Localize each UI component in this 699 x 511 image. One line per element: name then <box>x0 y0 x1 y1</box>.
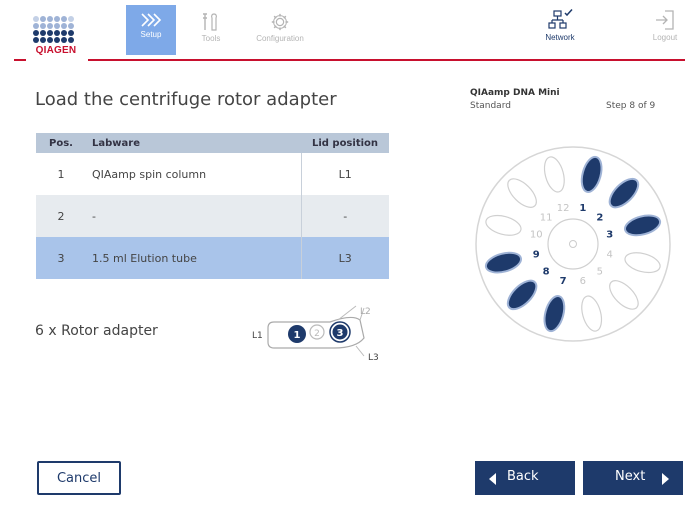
cancel-label: Cancel <box>56 470 102 486</box>
row-lid: - <box>300 195 389 237</box>
table-row[interactable]: 2 - - <box>36 195 389 237</box>
network-icon <box>548 9 573 29</box>
rotor-position-label: 9 <box>533 249 540 260</box>
rotor-position-label: 4 <box>607 249 613 260</box>
row-lid: L1 <box>300 153 389 195</box>
rotor-position-label: 10 <box>530 230 543 241</box>
header-divider <box>88 59 685 61</box>
adapter-pos-label: 2 <box>314 329 320 339</box>
tab-configuration-label: Configuration <box>256 34 304 43</box>
rotor-position-label: 11 <box>540 213 553 224</box>
network-label: Network <box>545 33 575 42</box>
back-label: Back <box>507 469 539 484</box>
adapter-count-label: 6 x Rotor adapter <box>35 323 158 339</box>
double-chevron-right-icon <box>141 13 162 27</box>
row-labware: 1.5 ml Elution tube <box>86 237 301 279</box>
rotor-position-label: 6 <box>580 276 586 287</box>
table-row[interactable]: 1 QIAamp spin column L1 <box>36 153 389 195</box>
header-divider-left <box>14 59 26 61</box>
rotor-position-label: 5 <box>597 266 603 277</box>
logout-label: Logout <box>652 33 678 42</box>
table-row[interactable]: 3 1.5 ml Elution tube L3 <box>36 237 389 279</box>
row-lid: L3 <box>300 237 389 279</box>
logout-button[interactable]: Logout <box>640 5 690 55</box>
row-pos: 2 <box>36 195 86 237</box>
cancel-button[interactable]: Cancel <box>37 461 121 495</box>
tab-setup-label: Setup <box>140 30 162 39</box>
row-labware: QIAamp spin column <box>86 153 301 195</box>
row-labware: - <box>86 195 301 237</box>
protocol-type: Standard <box>470 101 511 111</box>
labware-table: Pos. Labware Lid position 1 QIAamp spin … <box>36 133 389 279</box>
logo-text: QIAGEN <box>35 45 77 56</box>
row-pos: 1 <box>36 153 86 195</box>
rotor-position-label: 7 <box>560 276 567 287</box>
lid-label-l2: L2 <box>360 307 371 317</box>
lid-label-l3: L3 <box>368 353 379 363</box>
rotor-position-label: 12 <box>557 203 570 214</box>
rotor-position-label: 1 <box>579 203 586 214</box>
rotor-position-label: 8 <box>543 266 550 277</box>
col-pos-header: Pos. <box>36 133 86 153</box>
rotor-position-label: 3 <box>606 230 613 241</box>
tab-tools[interactable]: Tools <box>186 5 236 55</box>
next-arrow-icon <box>662 473 669 485</box>
centrifuge-rotor-diagram: 123456789101112 <box>475 146 671 342</box>
step-indicator: Step 8 of 9 <box>606 101 656 111</box>
top-bar: QIAGEN Setup Tools Configuration Network… <box>0 0 699 61</box>
adapter-pos-label: 3 <box>337 328 344 339</box>
table-header-row: Pos. Labware Lid position <box>36 133 389 153</box>
gear-icon <box>271 13 289 31</box>
rotor-adapter-diagram: 1 2 3 L1 L2 L3 <box>252 305 379 363</box>
back-button[interactable]: Back <box>475 461 575 495</box>
back-arrow-icon <box>489 473 496 485</box>
next-label: Next <box>615 469 646 484</box>
tab-configuration[interactable]: Configuration <box>248 5 312 55</box>
lid-label-l1: L1 <box>252 331 263 341</box>
col-lid-header: Lid position <box>301 133 389 153</box>
col-labware-header: Labware <box>86 133 301 153</box>
tab-setup[interactable]: Setup <box>126 5 176 55</box>
tools-icon <box>203 13 217 31</box>
rotor-position-label: 2 <box>596 213 603 224</box>
page-title: Load the centrifuge rotor adapter <box>35 89 337 110</box>
qiagen-logo: QIAGEN <box>30 16 82 60</box>
row-pos: 3 <box>36 237 86 279</box>
logout-icon <box>656 10 674 30</box>
next-button[interactable]: Next <box>583 461 683 495</box>
rotor-hub-center <box>569 240 577 248</box>
adapter-pos-label: 1 <box>294 330 301 341</box>
tab-tools-label: Tools <box>201 34 221 43</box>
protocol-name: QIAamp DNA Mini <box>470 88 560 98</box>
network-button[interactable]: Network <box>535 5 585 55</box>
